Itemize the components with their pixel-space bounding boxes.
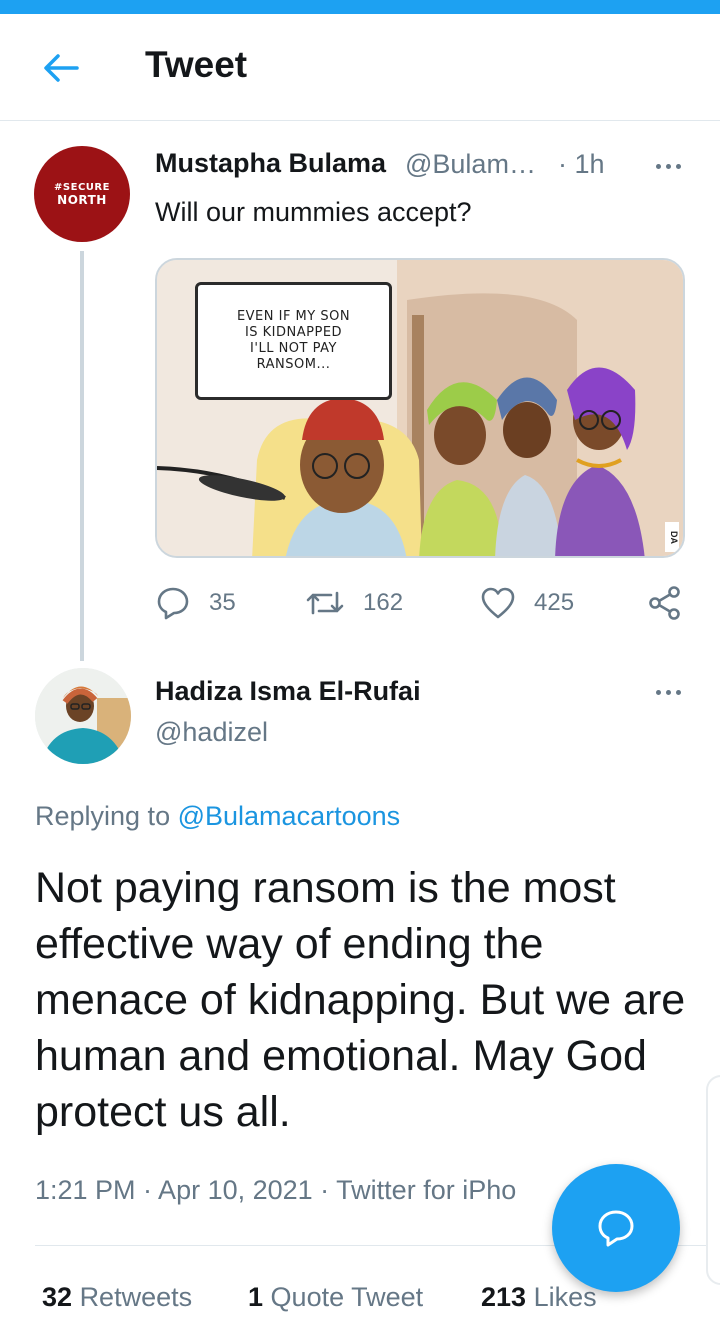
arrow-left-icon bbox=[44, 54, 79, 82]
reply-bubble-icon bbox=[157, 587, 189, 620]
quote-label: Quote Tweet bbox=[270, 1282, 424, 1312]
speech-bubble: EVEN IF MY SON IS KIDNAPPED I'LL NOT PAY… bbox=[195, 282, 392, 400]
replying-to-line: Replying to @Bulamacartoons bbox=[35, 801, 400, 832]
likes-label: Likes bbox=[533, 1282, 597, 1312]
parent-author-name[interactable]: Mustapha Bulama bbox=[155, 148, 386, 179]
parent-author-handle[interactable]: @Bulam… bbox=[405, 149, 536, 180]
replying-to-link[interactable]: @Bulamacartoons bbox=[178, 801, 401, 831]
more-dots-icon bbox=[655, 689, 661, 695]
reply-button[interactable]: 35 bbox=[155, 578, 236, 628]
main-author-handle[interactable]: @hadizel bbox=[155, 717, 268, 748]
tweet-media-image[interactable]: EVEN IF MY SON IS KIDNAPPED I'LL NOT PAY… bbox=[155, 258, 685, 558]
retweet-count: 162 bbox=[363, 589, 404, 616]
likes-count: 213 bbox=[481, 1282, 527, 1312]
like-button[interactable]: 425 bbox=[480, 578, 574, 628]
retweet-icon bbox=[306, 591, 344, 615]
heart-icon bbox=[481, 587, 515, 619]
main-more-button[interactable] bbox=[650, 682, 686, 702]
like-count: 425 bbox=[534, 589, 575, 616]
retweet-button[interactable]: 162 bbox=[305, 578, 403, 628]
retweets-label: Retweets bbox=[79, 1282, 193, 1312]
quote-tweets-stat[interactable]: 1 Quote Tweet bbox=[248, 1282, 423, 1313]
likes-stat[interactable]: 213 Likes bbox=[481, 1282, 597, 1313]
main-tweet-text: Not paying ransom is the most effective … bbox=[35, 864, 686, 1136]
main-author-avatar[interactable] bbox=[35, 668, 131, 764]
avatar-text-line2: NORTH bbox=[57, 193, 107, 207]
main-author-name[interactable]: Hadiza Isma El-Rufai bbox=[155, 676, 421, 707]
compose-bubble-icon bbox=[598, 1210, 634, 1247]
page-title: Tweet bbox=[145, 44, 248, 85]
more-dots-icon bbox=[655, 163, 661, 169]
parent-more-button[interactable] bbox=[650, 156, 686, 176]
artist-signature: DA bbox=[665, 522, 679, 552]
parent-tweet-time: · 1h bbox=[558, 149, 605, 179]
compose-reply-button[interactable] bbox=[552, 1164, 680, 1292]
parent-tweet-actions: 35 162 425 bbox=[155, 578, 695, 628]
speech-line: IS KIDNAPPED bbox=[244, 325, 343, 340]
thread-connector-line bbox=[80, 251, 84, 661]
speech-line: RANSOM... bbox=[256, 357, 331, 372]
speech-line: EVEN IF MY SON bbox=[236, 309, 351, 324]
back-button[interactable] bbox=[40, 50, 82, 86]
share-icon bbox=[649, 586, 680, 620]
retweets-stat[interactable]: 32 Retweets bbox=[42, 1282, 192, 1313]
top-app-bar: Tweet bbox=[0, 14, 720, 121]
parent-tweet-text: Will our mummies accept? bbox=[155, 197, 472, 227]
share-button[interactable] bbox=[647, 578, 683, 628]
speech-line: I'LL NOT PAY bbox=[250, 341, 337, 356]
quote-count: 1 bbox=[248, 1282, 264, 1312]
status-bar bbox=[0, 0, 720, 14]
tweet-timestamp-source: 1:21 PM · Apr 10, 2021 · Twitter for iPh… bbox=[35, 1175, 517, 1205]
parent-author-avatar[interactable]: #SECURE NORTH bbox=[34, 146, 130, 242]
profile-photo bbox=[35, 668, 131, 764]
edge-panel-handle[interactable] bbox=[706, 1075, 720, 1285]
retweets-count: 32 bbox=[42, 1282, 73, 1312]
reply-count: 35 bbox=[209, 589, 236, 616]
replying-prefix: Replying to bbox=[35, 801, 171, 831]
